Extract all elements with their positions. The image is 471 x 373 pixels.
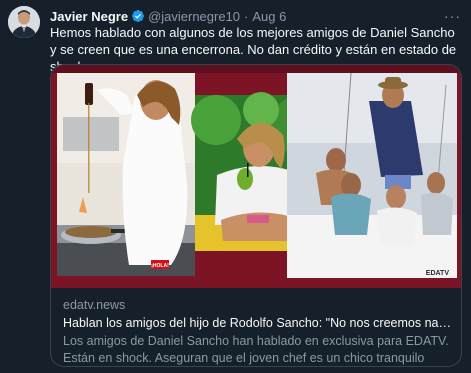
author-handle[interactable]: @javiernegre10 (148, 9, 240, 24)
hola-badge: ¡HOLA! (151, 263, 169, 269)
card-image[interactable]: ¡HOLA! EDATV (51, 65, 461, 288)
avatar[interactable] (8, 6, 40, 38)
more-horizontal-icon[interactable]: ··· (444, 8, 461, 24)
card-description: Los amigos de Daniel Sancho han hablado … (63, 334, 449, 365)
tweet-header: Javier Negre @javiernegre10 · Aug 6 (50, 8, 461, 24)
edatv-watermark: EDATV (426, 270, 450, 277)
tweet-date[interactable]: Aug 6 (252, 9, 286, 24)
card-title[interactable]: Hablan los amigos del hijo de Rodolfo Sa… (63, 315, 451, 332)
header-separator: · (244, 8, 249, 24)
photo-chef: ¡HOLA! (57, 73, 195, 276)
card-meta[interactable]: edatv.news Hablan los amigos del hijo de… (51, 288, 461, 366)
avatar-image (8, 6, 40, 38)
tweet[interactable]: Javier Negre @javiernegre10 · Aug 6 ··· … (0, 0, 471, 373)
card-domain: edatv.news (63, 298, 126, 312)
author-name[interactable]: Javier Negre (50, 9, 128, 24)
verified-badge-icon (131, 9, 145, 23)
photo-boat: EDATV (287, 72, 457, 278)
link-card[interactable]: ¡HOLA! EDATV edatv.news Hablan los amigo… (50, 64, 462, 367)
